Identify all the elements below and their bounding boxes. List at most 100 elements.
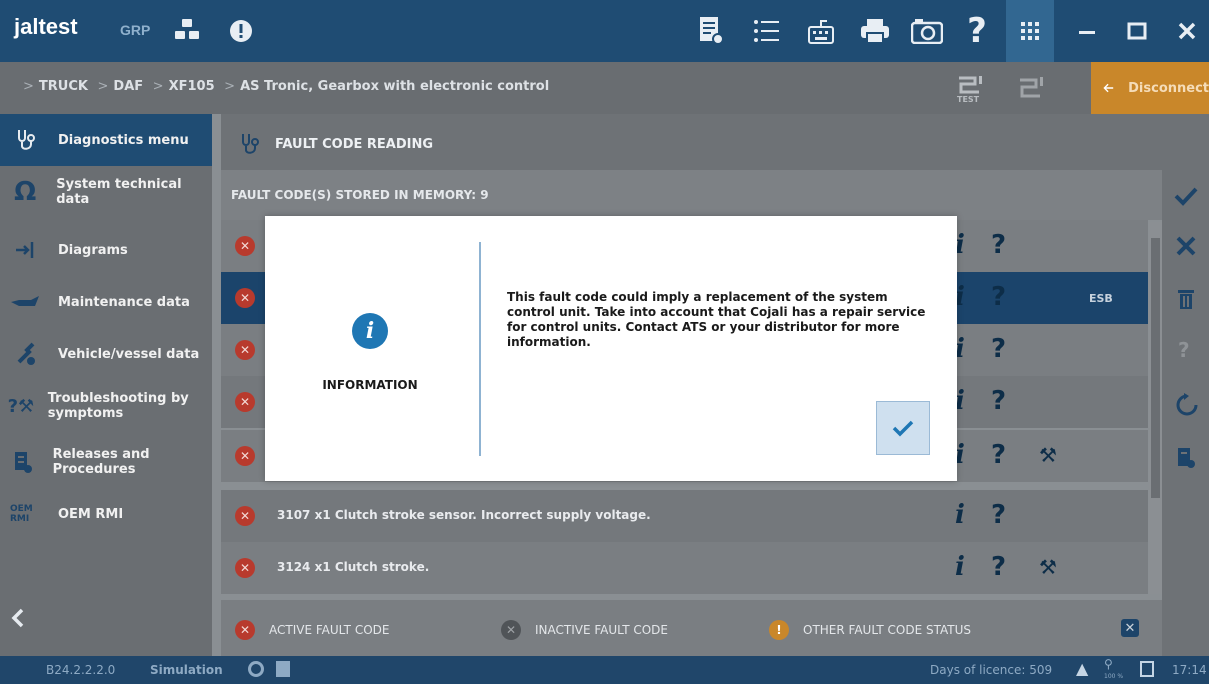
alert-icon[interactable] bbox=[224, 14, 258, 48]
product-label: GRP bbox=[120, 22, 151, 38]
minimize-icon[interactable] bbox=[1070, 14, 1104, 48]
calendar-icon[interactable] bbox=[1140, 661, 1154, 677]
wifi-icon: ▲ bbox=[1076, 659, 1089, 678]
stored-count: FAULT CODE(S) STORED IN MEMORY: 9 bbox=[231, 188, 489, 202]
legend-active: ✕ ACTIVE FAULT CODE bbox=[235, 620, 389, 640]
sidebar-item-diagnostics-menu[interactable]: Diagnostics menu bbox=[0, 114, 212, 166]
report-icon[interactable] bbox=[694, 14, 728, 48]
information-dialog: i INFORMATION This fault code could impl… bbox=[265, 216, 957, 481]
active-fault-icon: ✕ bbox=[235, 340, 255, 360]
zoom-icon[interactable]: ⚲ bbox=[1104, 657, 1113, 671]
sidebar: Diagnostics menu Ω System technical data… bbox=[0, 114, 212, 656]
stethoscope-icon bbox=[6, 128, 46, 152]
support-icon[interactable] bbox=[248, 661, 264, 677]
clock-label: 17:14 bbox=[1172, 663, 1207, 677]
oil-can-icon bbox=[6, 294, 46, 310]
connector-icon[interactable] bbox=[1016, 74, 1052, 106]
other-status-icon: ! bbox=[769, 620, 789, 640]
top-bar: jaltest GRP ? bbox=[0, 0, 1209, 62]
page-title: FAULT CODE READING bbox=[239, 132, 433, 156]
delete-x-icon[interactable] bbox=[1176, 236, 1196, 260]
list-icon[interactable] bbox=[750, 14, 784, 48]
inactive-fault-icon: ✕ bbox=[501, 620, 521, 640]
fault-description: 3107 x1 Clutch stroke sensor. Incorrect … bbox=[277, 508, 651, 522]
confirm-icon[interactable] bbox=[1174, 186, 1198, 210]
apps-grid-button[interactable] bbox=[1006, 0, 1054, 62]
stored-codes-header: FAULT CODE(S) STORED IN MEMORY: 9 bbox=[221, 170, 1162, 220]
breadcrumb: > TRUCK > DAF > XF105 > AS Tronic, Gearbox w… bbox=[23, 79, 550, 94]
help-icon[interactable]: ? bbox=[991, 500, 1006, 530]
disconnect-button[interactable]: Disconnect bbox=[1091, 62, 1209, 114]
network-icon[interactable] bbox=[170, 14, 204, 48]
oem-rmi-icon: OEM RMI bbox=[10, 504, 33, 524]
help-icon[interactable]: ? bbox=[991, 230, 1006, 260]
close-icon[interactable] bbox=[1170, 14, 1204, 48]
camera-icon[interactable] bbox=[910, 14, 944, 48]
dialog-message: This fault code could imply a replacemen… bbox=[507, 290, 926, 349]
close-legend-icon[interactable]: ✕ bbox=[1121, 619, 1139, 637]
breadcrumb-item-system[interactable]: AS Tronic, Gearbox with electronic contr… bbox=[240, 79, 549, 94]
active-fault-icon: ✕ bbox=[235, 620, 255, 640]
active-fault-icon: ✕ bbox=[235, 236, 255, 256]
info-icon: i bbox=[352, 313, 388, 349]
help-icon[interactable]: ? bbox=[991, 552, 1006, 582]
dialog-title: INFORMATION bbox=[322, 378, 418, 392]
table-row[interactable]: ✕ 3107 x1 Clutch stroke sensor. Incorrec… bbox=[221, 490, 1148, 542]
stethoscope-icon bbox=[242, 134, 259, 154]
help-icon[interactable]: ? bbox=[991, 386, 1006, 416]
table-row[interactable]: ✕ 3124 x1 Clutch stroke. i ? ⚒ bbox=[221, 542, 1148, 594]
help-icon[interactable]: ? bbox=[991, 282, 1006, 312]
sidebar-item-vehicle-vessel-data[interactable]: Vehicle/vessel data bbox=[0, 328, 212, 380]
status-bar: B24.2.2.2.0 Simulation Days of licence: … bbox=[0, 656, 1209, 684]
active-fault-icon: ✕ bbox=[235, 288, 255, 308]
maximize-icon[interactable] bbox=[1120, 14, 1154, 48]
right-toolbar: ? bbox=[1162, 170, 1209, 656]
active-fault-icon: ✕ bbox=[235, 446, 255, 466]
scrollbar-thumb[interactable] bbox=[1151, 238, 1160, 498]
zoom-label: 100 % bbox=[1104, 673, 1124, 680]
procedures-icon[interactable] bbox=[1176, 446, 1196, 474]
collapse-sidebar-button[interactable] bbox=[10, 608, 34, 632]
help-icon[interactable]: ? bbox=[991, 334, 1006, 364]
refresh-diagnose-icon[interactable] bbox=[1174, 392, 1200, 422]
legend-bar: ✕ ACTIVE FAULT CODE ✕ INACTIVE FAULT COD… bbox=[221, 600, 1162, 656]
grid-icon bbox=[1021, 22, 1039, 40]
breadcrumb-item-truck[interactable]: TRUCK bbox=[39, 79, 88, 94]
dialog-divider bbox=[479, 242, 481, 456]
info-icon[interactable]: i bbox=[955, 500, 965, 530]
test-connector-icon[interactable]: TEST bbox=[955, 74, 991, 106]
user-icon[interactable] bbox=[276, 661, 290, 677]
sidebar-item-releases-procedures[interactable]: Releases and Procedures bbox=[0, 436, 212, 488]
troubleshoot-icon: ?⚒ bbox=[7, 395, 35, 417]
sidebar-item-maintenance-data[interactable]: Maintenance data bbox=[0, 276, 212, 328]
main-header: FAULT CODE READING bbox=[221, 114, 1209, 170]
sidebar-item-diagrams[interactable]: Diagrams bbox=[0, 224, 212, 276]
help-disabled-icon[interactable]: ? bbox=[1178, 338, 1190, 362]
arrow-left-icon bbox=[1103, 83, 1114, 93]
legend-inactive: ✕ INACTIVE FAULT CODE bbox=[501, 620, 668, 640]
active-fault-icon: ✕ bbox=[235, 392, 255, 412]
print-icon[interactable] bbox=[858, 14, 892, 48]
dialog-ok-button[interactable] bbox=[876, 401, 930, 455]
trash-icon[interactable] bbox=[1177, 288, 1195, 314]
troubleshoot-icon[interactable]: ⚒ bbox=[1039, 555, 1057, 579]
sidebar-item-troubleshooting[interactable]: ?⚒ Troubleshooting by symptoms bbox=[0, 380, 212, 432]
wrench-icon bbox=[6, 342, 46, 366]
jaltest-logo: jaltest bbox=[14, 14, 78, 39]
sidebar-item-oem-rmi[interactable]: OEM RMI OEM RMI bbox=[0, 488, 212, 540]
help-icon[interactable]: ? bbox=[991, 440, 1006, 470]
active-fault-icon: ✕ bbox=[235, 558, 255, 578]
sidebar-item-system-technical-data[interactable]: Ω System technical data bbox=[0, 166, 212, 218]
keyboard-icon[interactable] bbox=[804, 14, 838, 48]
info-icon[interactable]: i bbox=[955, 552, 965, 582]
troubleshoot-icon[interactable]: ⚒ bbox=[1039, 443, 1057, 467]
procedures-icon bbox=[6, 450, 41, 474]
mode-label: Simulation bbox=[150, 663, 223, 677]
legend-other: ! OTHER FAULT CODE STATUS bbox=[769, 620, 971, 640]
active-fault-icon: ✕ bbox=[235, 506, 255, 526]
breadcrumb-item-daf[interactable]: DAF bbox=[113, 79, 143, 94]
help-icon[interactable]: ? bbox=[960, 11, 994, 51]
esb-badge: ESB bbox=[1089, 292, 1113, 305]
breadcrumb-item-model[interactable]: XF105 bbox=[169, 79, 215, 94]
licence-label: Days of licence: 509 bbox=[930, 663, 1053, 677]
